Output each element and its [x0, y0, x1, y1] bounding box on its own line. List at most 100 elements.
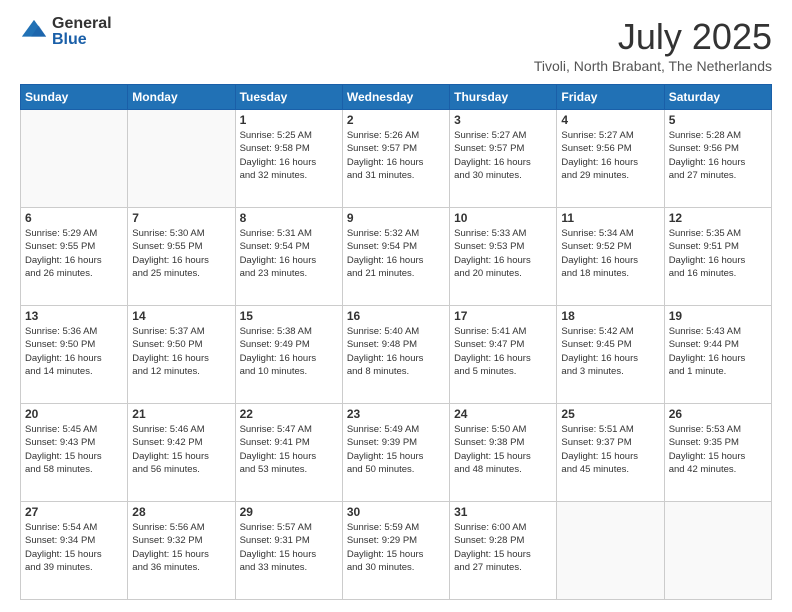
- day-info: Sunrise: 5:36 AM Sunset: 9:50 PM Dayligh…: [25, 325, 123, 378]
- calendar-cell: 2 Sunrise: 5:26 AM Sunset: 9:57 PM Daylig…: [342, 110, 449, 208]
- calendar-cell: 5 Sunrise: 5:28 AM Sunset: 9:56 PM Daylig…: [664, 110, 771, 208]
- day-info: Sunrise: 5:46 AM Sunset: 9:42 PM Dayligh…: [132, 423, 230, 476]
- day-number: 12: [669, 211, 767, 225]
- day-number: 25: [561, 407, 659, 421]
- day-info: Sunrise: 5:38 AM Sunset: 9:49 PM Dayligh…: [240, 325, 338, 378]
- day-info: Sunrise: 5:51 AM Sunset: 9:37 PM Dayligh…: [561, 423, 659, 476]
- logo-general: General: [52, 16, 112, 32]
- calendar-cell: [664, 502, 771, 600]
- day-number: 13: [25, 309, 123, 323]
- day-number: 17: [454, 309, 552, 323]
- calendar-cell: 16 Sunrise: 5:40 AM Sunset: 9:48 PM Dayli…: [342, 306, 449, 404]
- calendar-week-5: 27Sunrise: 5:54 AM Sunset: 9:34 PM Dayli…: [21, 502, 772, 600]
- day-header-sunday: Sunday: [21, 85, 128, 110]
- calendar-cell: [557, 502, 664, 600]
- calendar-cell: 19 Sunrise: 5:43 AM Sunset: 9:44 PM Dayli…: [664, 306, 771, 404]
- day-info: Sunrise: 5:40 AM Sunset: 9:48 PM Dayligh…: [347, 325, 445, 378]
- day-info: Sunrise: 5:31 AM Sunset: 9:54 PM Dayligh…: [240, 227, 338, 280]
- calendar-cell: 13 Sunrise: 5:36 AM Sunset: 9:50 PM Dayli…: [21, 306, 128, 404]
- day-info: Sunrise: 5:59 AM Sunset: 9:29 PM Dayligh…: [347, 521, 445, 574]
- calendar-cell: 12 Sunrise: 5:35 AM Sunset: 9:51 PM Dayli…: [664, 208, 771, 306]
- day-info: Sunrise: 5:28 AM Sunset: 9:56 PM Dayligh…: [669, 129, 767, 182]
- day-info: Sunrise: 5:35 AM Sunset: 9:51 PM Dayligh…: [669, 227, 767, 280]
- calendar-cell: 29Sunrise: 5:57 AM Sunset: 9:31 PM Dayli…: [235, 502, 342, 600]
- day-number: 28: [132, 505, 230, 519]
- day-info: Sunrise: 5:53 AM Sunset: 9:35 PM Dayligh…: [669, 423, 767, 476]
- page: General Blue July 2025 Tivoli, North Bra…: [0, 0, 792, 612]
- day-header-friday: Friday: [557, 85, 664, 110]
- calendar-cell: 15 Sunrise: 5:38 AM Sunset: 9:49 PM Dayli…: [235, 306, 342, 404]
- calendar-cell: 18 Sunrise: 5:42 AM Sunset: 9:45 PM Dayli…: [557, 306, 664, 404]
- day-number: 31: [454, 505, 552, 519]
- day-number: 5: [669, 113, 767, 127]
- day-info: Sunrise: 5:30 AM Sunset: 9:55 PM Dayligh…: [132, 227, 230, 280]
- day-info: Sunrise: 5:27 AM Sunset: 9:56 PM Dayligh…: [561, 129, 659, 182]
- day-number: 21: [132, 407, 230, 421]
- day-number: 14: [132, 309, 230, 323]
- day-number: 23: [347, 407, 445, 421]
- logo-blue-text: Blue: [52, 32, 112, 48]
- calendar-cell: 27Sunrise: 5:54 AM Sunset: 9:34 PM Dayli…: [21, 502, 128, 600]
- day-info: Sunrise: 5:37 AM Sunset: 9:50 PM Dayligh…: [132, 325, 230, 378]
- day-number: 26: [669, 407, 767, 421]
- logo-text: General Blue: [52, 16, 112, 48]
- header: General Blue July 2025 Tivoli, North Bra…: [20, 16, 772, 74]
- day-number: 27: [25, 505, 123, 519]
- location: Tivoli, North Brabant, The Netherlands: [534, 58, 772, 74]
- calendar-cell: 8 Sunrise: 5:31 AM Sunset: 9:54 PM Daylig…: [235, 208, 342, 306]
- day-info: Sunrise: 5:25 AM Sunset: 9:58 PM Dayligh…: [240, 129, 338, 182]
- calendar-cell: 23 Sunrise: 5:49 AM Sunset: 9:39 PM Dayli…: [342, 404, 449, 502]
- calendar-cell: 17 Sunrise: 5:41 AM Sunset: 9:47 PM Dayli…: [450, 306, 557, 404]
- day-number: 15: [240, 309, 338, 323]
- day-info: Sunrise: 5:32 AM Sunset: 9:54 PM Dayligh…: [347, 227, 445, 280]
- day-number: 3: [454, 113, 552, 127]
- day-info: Sunrise: 5:43 AM Sunset: 9:44 PM Dayligh…: [669, 325, 767, 378]
- calendar-cell: 26 Sunrise: 5:53 AM Sunset: 9:35 PM Dayli…: [664, 404, 771, 502]
- day-number: 24: [454, 407, 552, 421]
- logo: General Blue: [20, 16, 112, 48]
- day-info: Sunrise: 5:50 AM Sunset: 9:38 PM Dayligh…: [454, 423, 552, 476]
- day-number: 9: [347, 211, 445, 225]
- calendar-cell: 21 Sunrise: 5:46 AM Sunset: 9:42 PM Dayli…: [128, 404, 235, 502]
- day-number: 10: [454, 211, 552, 225]
- day-number: 8: [240, 211, 338, 225]
- day-info: Sunrise: 5:49 AM Sunset: 9:39 PM Dayligh…: [347, 423, 445, 476]
- day-info: Sunrise: 5:26 AM Sunset: 9:57 PM Dayligh…: [347, 129, 445, 182]
- calendar-header-row: SundayMondayTuesdayWednesdayThursdayFrid…: [21, 85, 772, 110]
- calendar-cell: 28Sunrise: 5:56 AM Sunset: 9:32 PM Dayli…: [128, 502, 235, 600]
- day-number: 11: [561, 211, 659, 225]
- day-info: Sunrise: 5:41 AM Sunset: 9:47 PM Dayligh…: [454, 325, 552, 378]
- day-header-saturday: Saturday: [664, 85, 771, 110]
- day-number: 20: [25, 407, 123, 421]
- day-number: 1: [240, 113, 338, 127]
- calendar-cell: 1 Sunrise: 5:25 AM Sunset: 9:58 PM Daylig…: [235, 110, 342, 208]
- day-info: Sunrise: 6:00 AM Sunset: 9:28 PM Dayligh…: [454, 521, 552, 574]
- day-number: 16: [347, 309, 445, 323]
- logo-icon: [20, 18, 48, 46]
- day-info: Sunrise: 5:42 AM Sunset: 9:45 PM Dayligh…: [561, 325, 659, 378]
- day-header-tuesday: Tuesday: [235, 85, 342, 110]
- month-year: July 2025: [534, 16, 772, 58]
- day-number: 2: [347, 113, 445, 127]
- day-number: 4: [561, 113, 659, 127]
- day-number: 30: [347, 505, 445, 519]
- calendar-cell: [21, 110, 128, 208]
- calendar-cell: 30 Sunrise: 5:59 AM Sunset: 9:29 PM Dayli…: [342, 502, 449, 600]
- day-number: 22: [240, 407, 338, 421]
- calendar-week-2: 6Sunrise: 5:29 AM Sunset: 9:55 PM Daylig…: [21, 208, 772, 306]
- day-info: Sunrise: 5:29 AM Sunset: 9:55 PM Dayligh…: [25, 227, 123, 280]
- calendar-cell: 25 Sunrise: 5:51 AM Sunset: 9:37 PM Dayli…: [557, 404, 664, 502]
- calendar-cell: 11Sunrise: 5:34 AM Sunset: 9:52 PM Dayli…: [557, 208, 664, 306]
- day-number: 7: [132, 211, 230, 225]
- day-number: 19: [669, 309, 767, 323]
- calendar-cell: 10Sunrise: 5:33 AM Sunset: 9:53 PM Dayli…: [450, 208, 557, 306]
- day-info: Sunrise: 5:27 AM Sunset: 9:57 PM Dayligh…: [454, 129, 552, 182]
- day-number: 18: [561, 309, 659, 323]
- calendar-week-1: 1 Sunrise: 5:25 AM Sunset: 9:58 PM Daylig…: [21, 110, 772, 208]
- day-info: Sunrise: 5:45 AM Sunset: 9:43 PM Dayligh…: [25, 423, 123, 476]
- calendar-cell: 4 Sunrise: 5:27 AM Sunset: 9:56 PM Daylig…: [557, 110, 664, 208]
- calendar-cell: [128, 110, 235, 208]
- calendar-cell: 24 Sunrise: 5:50 AM Sunset: 9:38 PM Dayli…: [450, 404, 557, 502]
- day-header-wednesday: Wednesday: [342, 85, 449, 110]
- calendar-cell: 20 Sunrise: 5:45 AM Sunset: 9:43 PM Dayli…: [21, 404, 128, 502]
